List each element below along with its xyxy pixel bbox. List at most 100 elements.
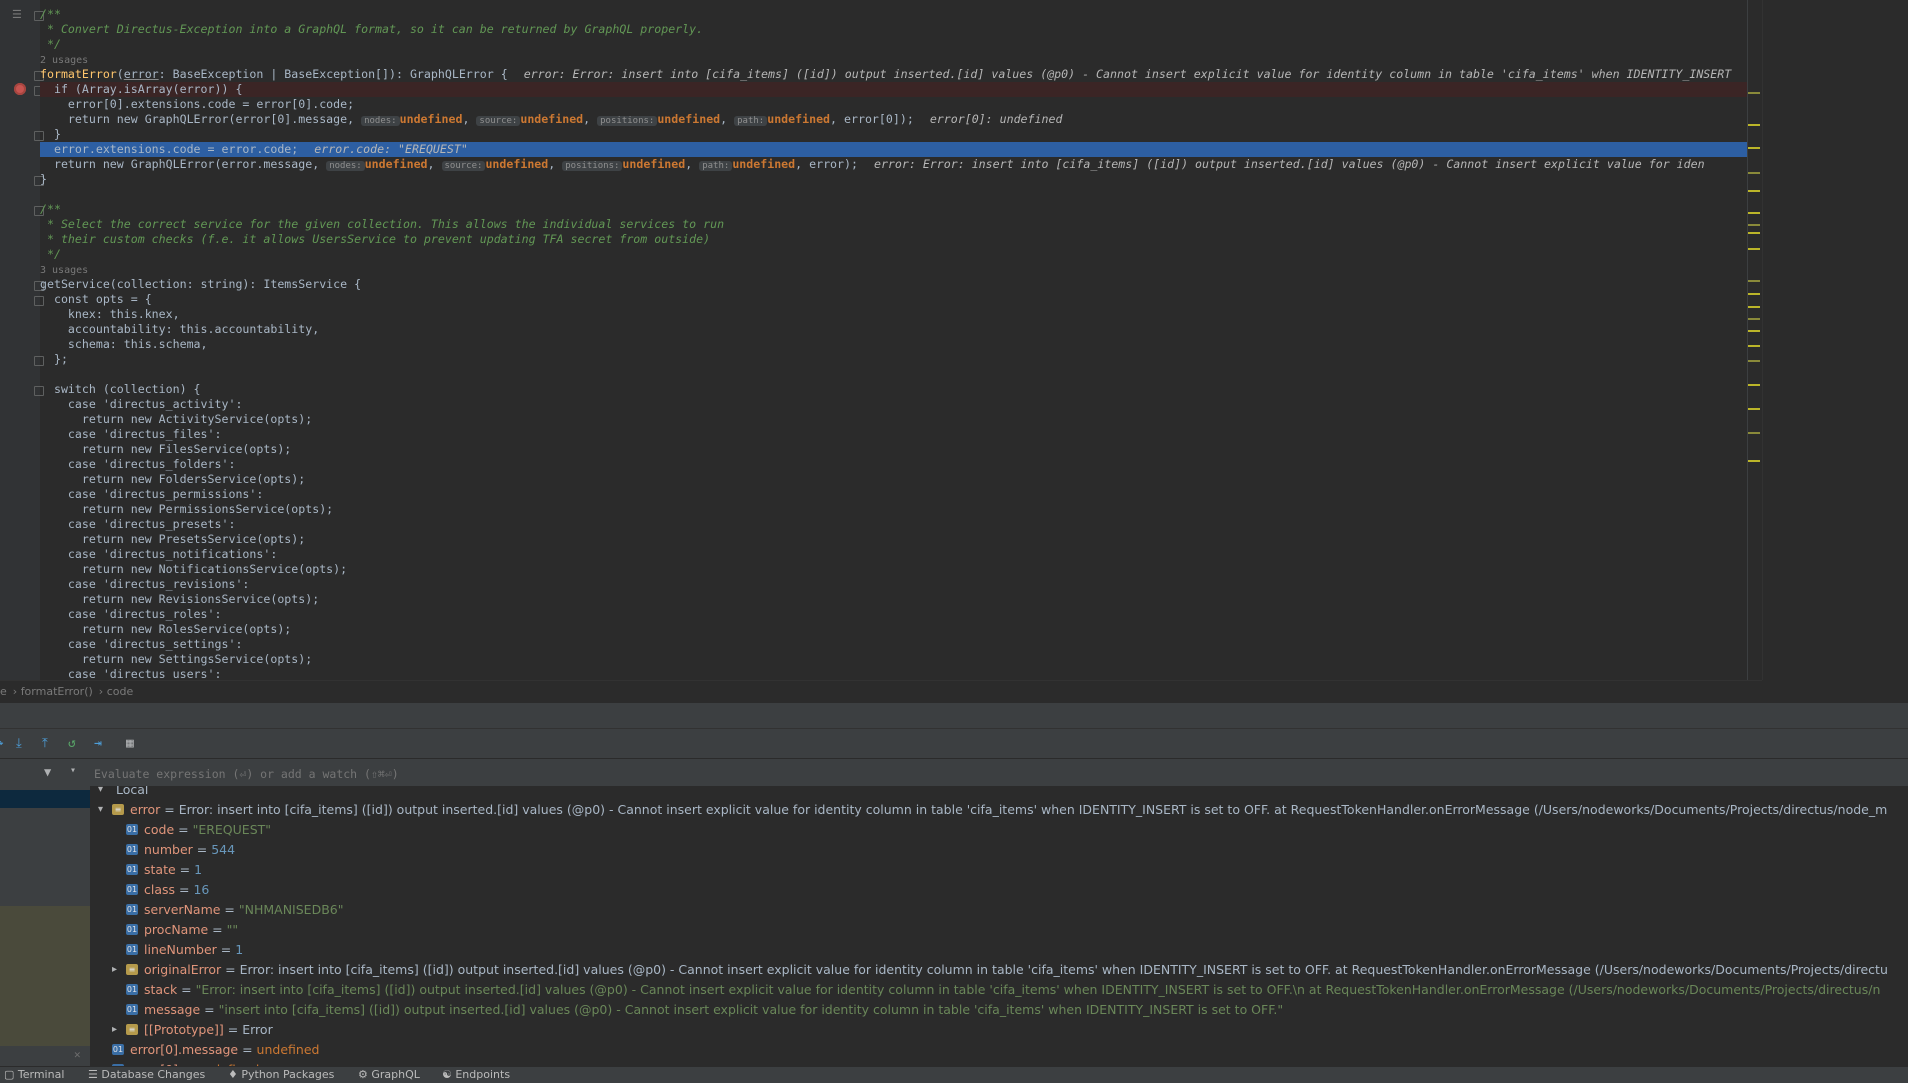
variable-name: class	[144, 882, 176, 897]
filter-icon[interactable]: ▼	[44, 765, 51, 779]
code-line[interactable]: 2 usages	[40, 52, 1762, 67]
scroll-marker	[1748, 190, 1760, 192]
code-line[interactable]: }	[40, 127, 1762, 142]
code-line[interactable]: case 'directus_files':	[40, 427, 1762, 442]
code-line[interactable]: * their custom checks (f.e. it allows Us…	[40, 232, 1762, 247]
variable-row[interactable]: 01 class = 16	[90, 880, 1908, 900]
variable-row[interactable]: 01 error[0].message = undefined	[90, 1040, 1908, 1060]
editor-scrollbar[interactable]	[1747, 0, 1762, 680]
variable-row[interactable]: 01 code = "EREQUEST"	[90, 820, 1908, 840]
code-line[interactable]: return new PermissionsService(opts);	[40, 502, 1762, 517]
code-line[interactable]: case 'directus_permissions':	[40, 487, 1762, 502]
variable-row[interactable]: ▾ ≡ error = Error: insert into [cifa_items…	[90, 800, 1908, 820]
close-icon[interactable]: ✕	[74, 1048, 81, 1061]
variable-row[interactable]: 01 state = 1	[90, 860, 1908, 880]
code-line[interactable]: return new FilesService(opts);	[40, 442, 1762, 457]
reset-frame-icon[interactable]: ↺	[68, 736, 76, 751]
tool-tab-endpoints[interactable]: ☯ Endpoints	[442, 1067, 510, 1083]
variable-value: 16	[193, 882, 210, 897]
variable-value: undefined	[256, 1042, 320, 1057]
chevron-down-icon[interactable]: ▾	[98, 800, 103, 820]
frames-panel[interactable]: ✕	[0, 786, 90, 1066]
code-line[interactable]: return new PresetsService(opts);	[40, 532, 1762, 547]
code-line[interactable]: knex: this.knex,	[40, 307, 1762, 322]
code-line[interactable]: return new RevisionsService(opts);	[40, 592, 1762, 607]
code-line[interactable]: case 'directus_presets':	[40, 517, 1762, 532]
code-line[interactable]: return new GraphQLError(error[0].message…	[40, 112, 1762, 127]
variables-panel[interactable]: ▾ Local ▾ ≡ error = Error: insert into [ci…	[90, 786, 1908, 1066]
step-into-icon[interactable]: ⤓	[16, 736, 22, 751]
code-line[interactable]: return new RolesService(opts);	[40, 622, 1762, 637]
code-line[interactable]: }	[40, 172, 1762, 187]
code-line[interactable]: */	[40, 37, 1762, 52]
chevron-right-icon[interactable]: ▸	[112, 960, 117, 980]
chevron-down-icon[interactable]: ▾	[70, 765, 76, 776]
code-line[interactable]: error.extensions.code = error.code; error…	[40, 142, 1762, 157]
step-over-icon[interactable]: ↷	[0, 736, 4, 751]
table-icon[interactable]: ▦	[126, 736, 134, 751]
code-editor[interactable]: ☰ /** * Convert Directus-Exception into …	[0, 0, 1762, 680]
variable-row[interactable]: 01 procName = ""	[90, 920, 1908, 940]
variable-row[interactable]: 01 stack = "Error: insert into [cifa_item…	[90, 980, 1908, 1000]
selected-frame[interactable]	[0, 790, 90, 808]
code-line[interactable]: return new GraphQLError(error.message, n…	[40, 157, 1762, 172]
variable-name: [[Prototype]]	[144, 1022, 224, 1037]
code-line[interactable]: /**	[40, 202, 1762, 217]
code-line[interactable]: */	[40, 247, 1762, 262]
code-line[interactable]: case 'directus_activity':	[40, 397, 1762, 412]
run-to-cursor-icon[interactable]: ⇥	[94, 736, 102, 751]
chevron-down-icon[interactable]: ▾	[98, 786, 103, 800]
variable-row[interactable]: 01 serverName = "NHMANISEDB6"	[90, 900, 1908, 920]
evaluate-expression-input[interactable]	[92, 763, 1896, 785]
code-line[interactable]: case 'directus_settings':	[40, 637, 1762, 652]
code-line[interactable]: return new FoldersService(opts);	[40, 472, 1762, 487]
breadcrumb-item[interactable]: formatError()	[21, 685, 93, 698]
code-line[interactable]: * Select the correct service for the giv…	[40, 217, 1762, 232]
variable-row[interactable]: 01 message = "insert into [cifa_items] ([…	[90, 1000, 1908, 1020]
scope-row[interactable]: ▾ Local	[90, 786, 1908, 800]
code-line[interactable]: switch (collection) {	[40, 382, 1762, 397]
code-line[interactable]: getService(collection: string): ItemsSer…	[40, 277, 1762, 292]
code-line[interactable]: const opts = {	[40, 292, 1762, 307]
code-line[interactable]: 3 usages	[40, 262, 1762, 277]
tool-tab-database-changes[interactable]: ☰ Database Changes	[88, 1067, 205, 1083]
variable-row[interactable]: ▸ ≡ [[Prototype]] = Error	[90, 1020, 1908, 1040]
code-line[interactable]: };	[40, 352, 1762, 367]
field-icon: 01	[126, 904, 138, 915]
code-line[interactable]: * Convert Directus-Exception into a Grap…	[40, 22, 1762, 37]
code-line[interactable]: return new ActivityService(opts);	[40, 412, 1762, 427]
editor-gutter[interactable]: ☰	[0, 0, 44, 680]
tool-tab-graphql[interactable]: ⚙ GraphQL	[358, 1067, 420, 1083]
code-line[interactable]: if (Array.isArray(error)) {	[40, 82, 1762, 97]
code-line[interactable]: schema: this.schema,	[40, 337, 1762, 352]
code-line[interactable]	[40, 187, 1762, 202]
variable-row[interactable]: 01 lineNumber = 1	[90, 940, 1908, 960]
variable-row[interactable]: ▸ ≡ originalError = Error: insert into [ci…	[90, 960, 1908, 980]
breadcrumb-item[interactable]: e	[0, 685, 7, 698]
scroll-marker	[1748, 92, 1760, 94]
code-line[interactable]: case 'directus_revisions':	[40, 577, 1762, 592]
list-icon[interactable]: ☰	[12, 8, 22, 21]
code-line[interactable]: case 'directus_folders':	[40, 457, 1762, 472]
breakpoint-icon[interactable]	[14, 83, 26, 95]
chevron-right-icon[interactable]: ▸	[112, 1020, 117, 1040]
code-line[interactable]: case 'directus_users':	[40, 667, 1762, 680]
code-line[interactable]: return new SettingsService(opts);	[40, 652, 1762, 667]
tool-tab-python-packages[interactable]: ♦ Python Packages	[228, 1067, 334, 1083]
code-line[interactable]: error[0].extensions.code = error[0].code…	[40, 97, 1762, 112]
field-icon: 01	[126, 984, 138, 995]
code-line[interactable]: accountability: this.accountability,	[40, 322, 1762, 337]
usage-count[interactable]: 3 usages	[40, 265, 88, 276]
code-line[interactable]: formatError(error: BaseException | BaseE…	[40, 67, 1762, 82]
variable-row[interactable]: 01 number = 544	[90, 840, 1908, 860]
usage-count[interactable]: 2 usages	[40, 55, 88, 66]
code-line[interactable]	[40, 367, 1762, 382]
code-line[interactable]: /**	[40, 7, 1762, 22]
code-line[interactable]: return new NotificationsService(opts);	[40, 562, 1762, 577]
tool-tab-terminal[interactable]: ▢ Terminal	[4, 1067, 64, 1083]
code-line[interactable]: case 'directus_notifications':	[40, 547, 1762, 562]
step-out-icon[interactable]: ⤒	[42, 736, 48, 751]
breadcrumb-item[interactable]: code	[107, 685, 134, 698]
code-line[interactable]: case 'directus_roles':	[40, 607, 1762, 622]
undefined-keyword: undefined	[399, 112, 463, 126]
